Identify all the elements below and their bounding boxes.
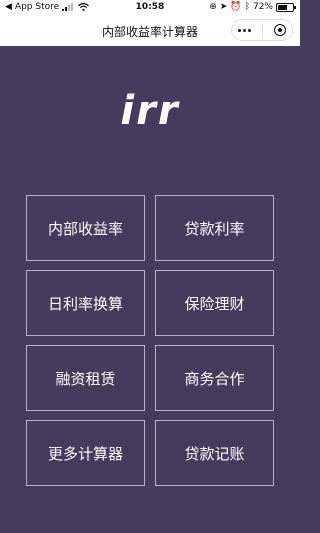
battery-icon — [276, 2, 296, 12]
battery-fill — [278, 4, 287, 10]
location-icon: ➤ — [219, 2, 228, 12]
status-right: ⊕ ➤ ⏰ ᛒ 72% — [209, 2, 296, 12]
title-bar: 内部收益率计算器 — [0, 15, 300, 46]
menu-irr-button[interactable]: 内部收益率 — [26, 195, 145, 261]
capsule-divider — [261, 24, 263, 36]
orientation-lock-icon: ⊕ — [209, 2, 217, 12]
menu-loan-ledger-button[interactable]: 贷款记账 — [155, 420, 274, 486]
bluetooth-icon: ᛒ — [244, 2, 250, 12]
irr-logo: irr — [120, 88, 180, 134]
mini-program-capsule — [231, 19, 293, 41]
alarm-icon: ⏰ — [230, 2, 242, 12]
menu-leasing-button[interactable]: 融资租赁 — [26, 345, 145, 411]
status-bar: ◀ App Store 10:58 ⊕ ➤ ⏰ ᛒ 72% — [0, 0, 300, 15]
menu-business-button[interactable]: 商务合作 — [155, 345, 274, 411]
more-options-icon[interactable] — [237, 28, 251, 32]
calculator-menu: 内部收益率 贷款利率 日利率换算 保险理财 融资租赁 商务合作 更多计算器 贷款… — [26, 195, 274, 486]
battery-percent: 72% — [252, 2, 273, 12]
close-program-icon[interactable] — [274, 24, 287, 36]
menu-insurance-button[interactable]: 保险理财 — [155, 270, 274, 336]
menu-more-calculators-button[interactable]: 更多计算器 — [26, 420, 145, 486]
menu-loan-rate-button[interactable]: 贷款利率 — [155, 195, 274, 261]
menu-daily-rate-button[interactable]: 日利率换算 — [26, 270, 145, 336]
